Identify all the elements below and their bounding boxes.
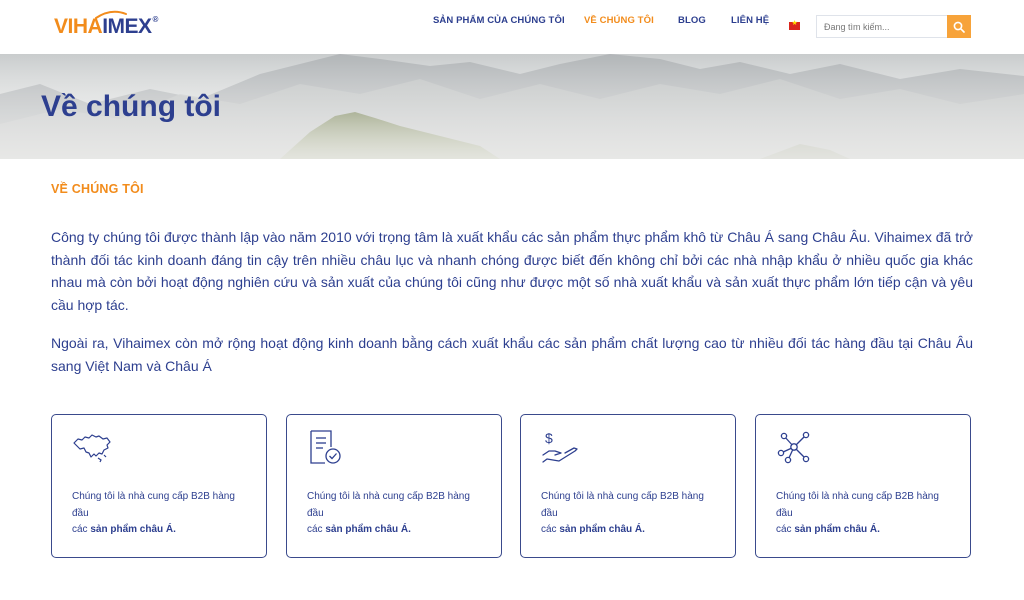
feature-card: Chúng tôi là nhà cung cấp B2B hàng đầu c… — [286, 414, 502, 558]
card-highlight: sản phẩm châu Á. — [90, 524, 176, 535]
vietnam-flag-icon[interactable] — [789, 19, 800, 30]
svg-text:$: $ — [545, 430, 553, 446]
site-logo[interactable]: VIHAIMEX® — [54, 10, 159, 40]
card-highlight: sản phẩm châu Á. — [559, 524, 645, 535]
about-paragraph-2: Ngoài ra, Vihaimex còn mở rộng hoạt động… — [51, 335, 973, 374]
nav-products[interactable]: SẢN PHẨM CỦA CHÚNG TÔI — [433, 15, 565, 26]
about-paragraph-1: Công ty chúng tôi được thành lập vào năm… — [51, 229, 973, 313]
card-text: Chúng tôi là nhà cung cấp B2B hàng đầu — [307, 491, 470, 519]
section-label: VỀ CHÚNG TÔI — [51, 182, 144, 196]
card-highlight: sản phẩm châu Á. — [325, 524, 411, 535]
document-check-icon — [310, 430, 341, 464]
site-header: VIHAIMEX® SẢN PHẨM CỦA CHÚNG TÔI VỀ CHÚN… — [0, 0, 1024, 54]
logo-swoosh-icon — [95, 10, 127, 19]
logo-registered: ® — [152, 15, 159, 24]
card-highlight: sản phẩm châu Á. — [794, 524, 880, 535]
search-input[interactable] — [816, 15, 947, 38]
feature-card: $ Chúng tôi là nhà cung cấp B2B hàng đầu… — [520, 414, 736, 558]
hand-dollar-icon: $ — [542, 430, 578, 463]
card-text: Chúng tôi là nhà cung cấp B2B hàng đầu — [541, 491, 704, 519]
nav-blog[interactable]: BLOG — [678, 15, 706, 26]
nav-about[interactable]: VỀ CHÚNG TÔI — [584, 15, 654, 26]
asia-map-icon — [73, 434, 111, 463]
search-box — [816, 15, 971, 38]
search-button[interactable] — [947, 15, 971, 38]
feature-cards: Chúng tôi là nhà cung cấp B2B hàng đầu c… — [51, 414, 971, 558]
card-text: Chúng tôi là nhà cung cấp B2B hàng đầu — [72, 491, 235, 519]
card-text: Chúng tôi là nhà cung cấp B2B hàng đầu — [776, 491, 939, 519]
page-banner: Về chúng tôi — [0, 54, 1024, 159]
page-title: Về chúng tôi — [41, 90, 221, 123]
network-nodes-icon — [777, 431, 810, 464]
search-icon — [953, 21, 965, 33]
feature-card: Chúng tôi là nhà cung cấp B2B hàng đầu c… — [755, 414, 971, 558]
nav-contact[interactable]: LIÊN HỆ — [731, 15, 769, 26]
feature-card: Chúng tôi là nhà cung cấp B2B hàng đầu c… — [51, 414, 267, 558]
